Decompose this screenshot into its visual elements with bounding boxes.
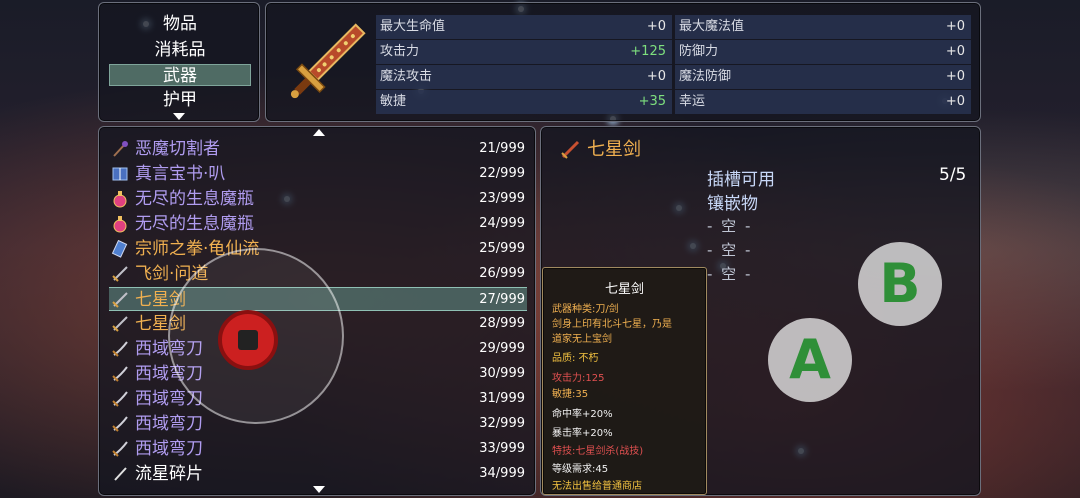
item-count: 25/999 (479, 241, 525, 256)
category-consumables[interactable]: 消耗品 (109, 39, 251, 61)
item-count: 33/999 (479, 441, 525, 456)
list-item[interactable]: 恶魔切割者 21/999 (109, 137, 527, 161)
tooltip-line: 无法出售给普通商店 (552, 481, 642, 492)
scimitar-icon (112, 366, 128, 382)
list-item[interactable]: 无尽的生息魔瓶 24/999 (109, 212, 527, 236)
stat-max-mp: 最大魔法值 +0 (675, 15, 971, 39)
item-count: 22/999 (479, 166, 525, 181)
category-items[interactable]: 物品 (109, 13, 251, 35)
tooltip-line: 道家无上宝剑 (552, 334, 612, 345)
seven-star-sword-icon (290, 23, 366, 99)
tooltip-line: 剑身上印有北斗七星，乃是 (552, 319, 672, 330)
item-name: 真言宝书·叭 (135, 164, 226, 184)
joystick-core (238, 330, 258, 350)
stat-magic-defense: 魔法防御 +0 (675, 65, 971, 89)
potion-icon (113, 216, 127, 233)
list-item[interactable]: 宗师之拳·龟仙流 25/999 (109, 237, 527, 261)
item-count: 32/999 (479, 416, 525, 431)
sword-icon (112, 266, 128, 282)
b-button[interactable]: B (858, 242, 942, 326)
shard-icon (114, 467, 127, 481)
scroll-icon (111, 240, 128, 258)
slots-label: 插槽可用 (707, 170, 775, 190)
stats-panel: 最大生命值 +0 攻击力 +125 魔法攻击 +0 敏捷 +35 最大魔法值 +0 防御力… (265, 2, 981, 122)
item-count: 31/999 (479, 391, 525, 406)
empty-slot[interactable]: - 空 - (707, 239, 752, 260)
tooltip-line: 武器种类:刀/剑 (552, 304, 619, 315)
item-count: 29/999 (479, 341, 525, 356)
item-count: 30/999 (479, 366, 525, 381)
item-name: 无尽的生息魔瓶 (135, 214, 254, 234)
stat-agility: 敏捷 +35 (376, 90, 672, 114)
joystick-knob[interactable] (218, 310, 278, 370)
item-name: 恶魔切割者 (135, 139, 220, 159)
stat-max-hp: 最大生命值 +0 (376, 15, 672, 39)
list-item[interactable]: 无尽的生息魔瓶 23/999 (109, 187, 527, 211)
list-item[interactable]: 真言宝书·叭 22/999 (109, 162, 527, 186)
item-count: 28/999 (479, 316, 525, 331)
item-count: 24/999 (479, 216, 525, 231)
tooltip-line: 等级需求:45 (552, 464, 609, 475)
tooltip-line: 攻击力:125 (552, 373, 605, 384)
item-name: 西域弯刀 (135, 414, 203, 434)
scimitar-icon (112, 416, 128, 432)
item-name: 流星碎片 (135, 464, 203, 484)
tooltip-line: 品质: 不朽 (552, 353, 599, 364)
item-count: 34/999 (479, 466, 525, 481)
stat-attack: 攻击力 +125 (376, 40, 672, 64)
tooltip-title: 七星剑 (604, 282, 644, 297)
sword-icon (112, 292, 128, 308)
inlay-label: 镶嵌物 (707, 194, 758, 214)
scimitar-icon (112, 341, 128, 357)
scroll-up-icon[interactable] (313, 129, 325, 136)
tooltip-line: 命中率+20% (552, 409, 613, 420)
a-button[interactable]: A (768, 318, 852, 402)
item-tooltip: 七星剑 武器种类:刀/剑剑身上印有北斗七星，乃是 道家无上宝剑 品质: 不朽 攻击力:… (542, 267, 707, 495)
item-count: 23/999 (479, 191, 525, 206)
tooltip-line: 特技:七星剑杀(战技) (552, 446, 644, 457)
staff-icon (113, 141, 128, 157)
list-item[interactable]: 流星碎片 34/999 (109, 462, 527, 486)
item-name: 无尽的生息魔瓶 (135, 189, 254, 209)
slots-value: 5/5 (939, 165, 967, 185)
book-icon (112, 167, 128, 181)
item-name: 西域弯刀 (135, 439, 203, 459)
item-count: 26/999 (479, 266, 525, 281)
tooltip-line: 敏捷:35 (552, 389, 589, 400)
empty-slot[interactable]: - 空 - (707, 263, 752, 284)
item-count: 27/999 (479, 292, 525, 307)
detail-title: 七星剑 (587, 139, 641, 160)
item-count: 21/999 (479, 141, 525, 156)
category-armor[interactable]: 护甲 (109, 89, 251, 111)
stat-luck: 幸运 +0 (675, 90, 971, 114)
empty-slot[interactable]: - 空 - (707, 215, 752, 236)
category-menu: 物品 消耗品 武器 护甲 (98, 2, 260, 122)
stat-magic-attack: 魔法攻击 +0 (376, 65, 672, 89)
stat-defense: 防御力 +0 (675, 40, 971, 64)
potion-icon (113, 191, 127, 208)
scimitar-icon (112, 441, 128, 457)
sword-icon (112, 316, 128, 332)
list-item[interactable]: 西域弯刀 33/999 (109, 437, 527, 461)
tooltip-line: 暴击率+20% (552, 428, 613, 439)
scimitar-icon (112, 391, 128, 407)
scroll-down-icon[interactable] (313, 486, 325, 493)
category-weapons[interactable]: 武器 (109, 64, 251, 86)
scroll-down-icon[interactable] (173, 113, 185, 120)
list-item[interactable]: 西域弯刀 32/999 (109, 412, 527, 436)
sword-icon (561, 140, 580, 159)
